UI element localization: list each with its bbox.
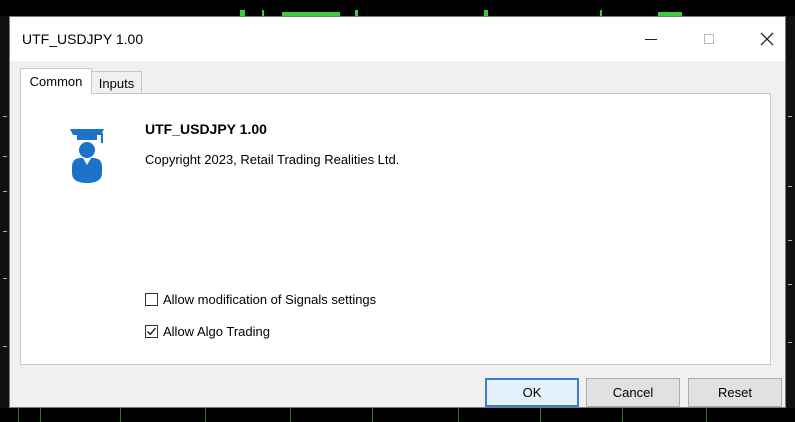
- allow-signals-modification-option[interactable]: Allow modification of Signals settings: [145, 292, 376, 307]
- window-title: UTF_USDJPY 1.00: [22, 31, 144, 47]
- allow-signals-modification-label[interactable]: Allow modification of Signals settings: [163, 292, 376, 307]
- chart-background-top: [0, 0, 795, 16]
- close-button[interactable]: [744, 17, 790, 61]
- product-name: UTF_USDJPY 1.00: [145, 121, 267, 137]
- minimize-button[interactable]: [628, 17, 674, 61]
- cancel-button[interactable]: Cancel: [586, 378, 680, 407]
- copyright-text: Copyright 2023, Retail Trading Realities…: [145, 152, 400, 167]
- checkmark-icon: [147, 327, 157, 336]
- tab-label: Inputs: [98, 75, 135, 91]
- tab-label: Common: [29, 74, 83, 89]
- title-bar[interactable]: UTF_USDJPY 1.00: [10, 17, 785, 61]
- allow-signals-modification-checkbox[interactable]: [145, 293, 158, 306]
- chart-background-left: [0, 16, 9, 408]
- allow-algo-trading-label[interactable]: Allow Algo Trading: [163, 324, 270, 339]
- chart-background-right: [786, 16, 795, 408]
- close-icon: [760, 32, 774, 46]
- expert-advisor-graduate-icon: [70, 129, 104, 183]
- properties-dialog: UTF_USDJPY 1.00 Common Inputs UTF_USDJPY…: [9, 16, 786, 408]
- allow-algo-trading-option[interactable]: Allow Algo Trading: [145, 324, 270, 339]
- tab-common[interactable]: Common: [20, 68, 92, 94]
- maximize-button[interactable]: [686, 17, 732, 61]
- chart-background-bottom: [0, 408, 795, 422]
- tab-inputs[interactable]: Inputs: [92, 71, 142, 94]
- reset-button[interactable]: Reset: [688, 378, 782, 407]
- allow-algo-trading-checkbox[interactable]: [145, 325, 158, 338]
- maximize-icon: [704, 34, 714, 44]
- ok-button[interactable]: OK: [485, 378, 579, 407]
- common-tab-panel: UTF_USDJPY 1.00 Copyright 2023, Retail T…: [20, 93, 771, 365]
- minimize-icon: [645, 38, 657, 40]
